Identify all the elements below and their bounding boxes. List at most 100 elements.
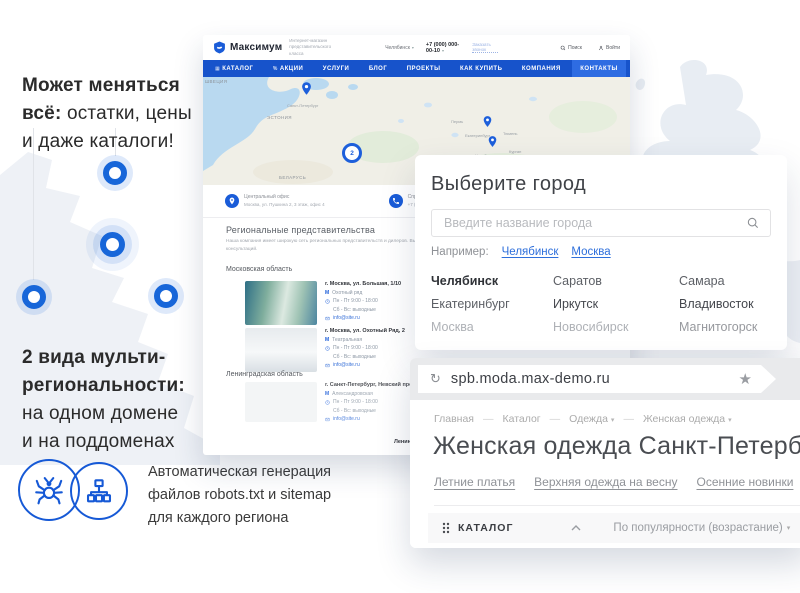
examples-label: Например: [431, 246, 489, 258]
site-logo-text[interactable]: Максимум [230, 42, 282, 53]
city-option[interactable]: Екатеринбург [431, 293, 553, 316]
regional-title: Региональные представительства [226, 225, 375, 235]
callback-link[interactable]: Заказать звонок [472, 42, 498, 53]
map-pin-spb[interactable] [299, 81, 314, 96]
search-icon[interactable] [746, 216, 760, 230]
region-heading-moscow: Московская область [226, 266, 292, 273]
shop-photo [245, 281, 317, 325]
feature1-text: и даже каталоги! [22, 128, 192, 156]
map-label-city: Тюмень [503, 131, 518, 136]
url-text[interactable]: spb.moda.max-demo.ru [451, 371, 610, 387]
feature3-line: Автоматическая генерация [148, 461, 331, 484]
map-label-city: Санкт-Петербург [287, 103, 318, 108]
tag-link[interactable]: Осенние новинки [696, 475, 793, 489]
mail-icon [325, 363, 330, 368]
shop-email[interactable]: info@site.ru [333, 315, 360, 321]
site-tagline: Интернет-магазинпредставительского класс… [289, 38, 333, 58]
example-city-link[interactable]: Челябинск [502, 246, 559, 258]
shop-hours: Сб - Вс: выходные [333, 408, 376, 414]
mail-icon [325, 316, 330, 321]
shop-email[interactable]: info@site.ru [333, 416, 360, 422]
site-navbar: ▦КАТАЛОГ %АКЦИИ УСЛУГИ БЛОГ ПРОЕКТЫ КАК … [203, 60, 630, 77]
map-ring-marker [103, 161, 127, 185]
site-logo-icon[interactable] [213, 41, 226, 54]
metro-icon: М [325, 290, 329, 296]
mail-icon [325, 417, 330, 422]
breadcrumb-item[interactable]: Каталог [474, 413, 541, 425]
city-select-modal: Выберите город Например: Челябинск Москв… [415, 155, 787, 350]
reload-icon[interactable]: ↻ [430, 372, 441, 387]
phone-icon [389, 194, 403, 208]
city-option[interactable]: Владивосток [679, 293, 769, 316]
contact-office: Центральный офис Москва, ул. Пушкина 2, … [225, 194, 325, 208]
city-option[interactable]: Саратов [553, 270, 679, 293]
header-login[interactable]: Войти [598, 45, 620, 51]
sort-dropdown[interactable]: По популярности (возрастание) [613, 522, 790, 534]
feature-text-robots: Автоматическая генерация файлов robots.t… [148, 461, 331, 530]
city-examples-row: Например: Челябинск Москва [431, 246, 771, 258]
city-option[interactable]: Иркутск [553, 293, 679, 316]
nav-item-services[interactable]: УСЛУГИ [315, 60, 358, 77]
browser-chrome: ↻ spb.moda.max-demo.ru ★ [410, 358, 800, 400]
sitemap-feature-circle [70, 462, 128, 520]
bookmark-star-icon[interactable]: ★ [739, 370, 752, 388]
nav-item-blog[interactable]: БЛОГ [361, 60, 395, 77]
region-heading-leningrad: Ленинградская область [226, 371, 303, 378]
office-label: Центральный офис [244, 194, 325, 200]
city-option[interactable]: Магнитогорск [679, 316, 769, 339]
map-pin-ekaterinburg[interactable] [481, 115, 494, 128]
breadcrumb-item[interactable]: Главная [434, 413, 474, 425]
map-ring-marker [22, 285, 46, 309]
header-search[interactable]: Поиск [560, 45, 582, 51]
shop-hours: Сб - Вс: выходные [333, 354, 376, 360]
site-header: Максимум Интернет-магазинпредставительск… [203, 35, 630, 60]
map-pin-chelyabinsk[interactable] [486, 135, 499, 148]
catalog-section-label[interactable]: КАТАЛОГ [458, 522, 513, 534]
feature3-line: файлов robots.txt и sitemap [148, 484, 331, 507]
breadcrumb-item[interactable]: Одежда [541, 413, 615, 425]
tag-link[interactable]: Верхняя одежда на весну [534, 475, 677, 489]
feature-text-updates: Может меняться всё: остатки, цены и даже… [22, 72, 192, 156]
city-search-box [431, 209, 771, 237]
map-label-city: Курган [509, 149, 521, 154]
example-city-link[interactable]: Москва [571, 246, 610, 258]
nav-item-how-to-buy[interactable]: КАК КУПИТЬ [452, 60, 510, 77]
page-title: Женская одежда Санкт-Петербург [433, 432, 800, 461]
tag-link[interactable]: Летние платья [434, 475, 515, 489]
divider [434, 505, 800, 506]
grid-icon: ▦ [215, 66, 220, 72]
nav-item-projects[interactable]: ПРОЕКТЫ [399, 60, 449, 77]
map-ring-marker [154, 284, 178, 308]
city-selector[interactable]: Челябинск [385, 45, 414, 51]
feature1-bold: всё: [22, 103, 61, 124]
drag-dots-icon[interactable] [442, 522, 450, 534]
breadcrumb-item[interactable]: Женская одежда [614, 413, 731, 425]
city-list: Челябинск Екатеринбург Москва Саратов Ир… [431, 270, 771, 339]
nav-item-company[interactable]: КОМПАНИЯ [514, 60, 569, 77]
marketing-screenshot: Может меняться всё: остатки, цены и даже… [0, 0, 800, 593]
browser-mockup-card: ↻ spb.moda.max-demo.ru ★ Главная Каталог… [410, 358, 800, 548]
shop-email[interactable]: info@site.ru [333, 362, 360, 368]
map-cluster-marker[interactable]: 2 [342, 143, 362, 163]
shop-hours: Сб - Вс: выходные [333, 307, 376, 313]
map-label-country: ШВЕЦИЯ [205, 79, 227, 84]
header-phone[interactable]: +7 (000) 000-00-10 [426, 42, 465, 54]
nav-item-sales[interactable]: %АКЦИИ [265, 60, 311, 77]
catalog-toolbar: КАТАЛОГ По популярности (возрастание) [428, 513, 800, 543]
office-address: Москва, ул. Пушкина 2, 3 этаж, офис 4 [244, 202, 325, 207]
city-option[interactable]: Челябинск [431, 270, 553, 293]
city-option[interactable]: Новосибирск [553, 316, 679, 339]
address-bar[interactable]: ↻ spb.moda.max-demo.ru ★ [418, 365, 776, 393]
shop-metro: Театральная [332, 337, 362, 343]
nav-item-contacts[interactable]: КОНТАКТЫ [572, 60, 626, 77]
tag-links: Летние платья Верхняя одежда на весну Ос… [434, 475, 800, 489]
city-option[interactable]: Москва [431, 316, 553, 339]
city-option[interactable]: Самара [679, 270, 769, 293]
feature2-text: и на поддоменах [22, 428, 185, 456]
regional-description: Наша компания имеет широкую сеть региона… [226, 239, 423, 244]
nav-item-catalog[interactable]: ▦КАТАЛОГ [207, 60, 261, 77]
sitemap-icon [85, 477, 113, 505]
collapse-chevron-icon[interactable] [571, 525, 581, 531]
city-search-input[interactable] [442, 215, 746, 231]
pin-icon [225, 194, 239, 208]
